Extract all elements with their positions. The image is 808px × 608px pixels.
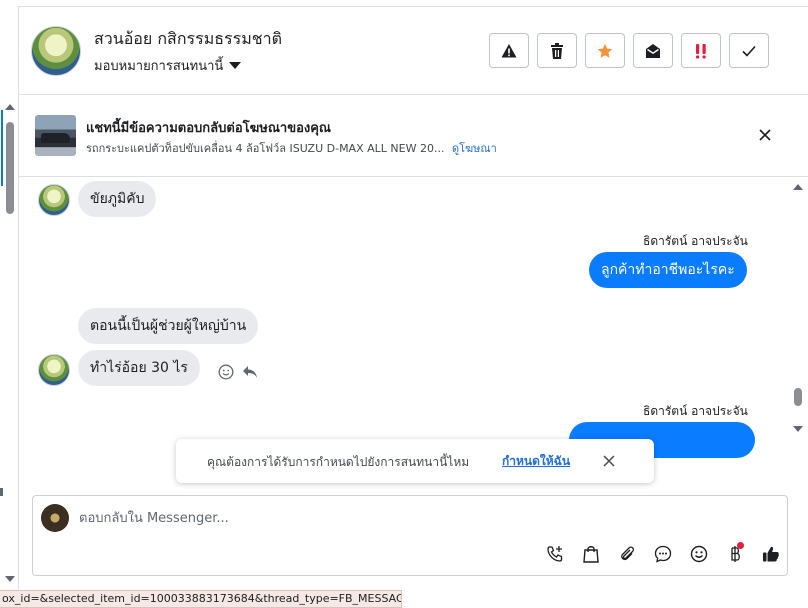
assign-conversation-dropdown[interactable]: มอบหมายการสนทนานี้ (94, 55, 242, 76)
add-call-icon[interactable] (537, 542, 573, 566)
warning-icon (501, 43, 517, 57)
active-indicator (1, 110, 3, 186)
ad-reply-banner: แชทนี้มีข้อความตอบกลับต่อโฆษณาของคุณ รถก… (19, 95, 808, 177)
conversation-panel: สวนอ้อย กสิกรรมธรรมชาติ มอบหมายการสนทนาน… (18, 6, 808, 590)
emoji-icon[interactable] (681, 542, 717, 566)
ad-thumbnail[interactable] (35, 115, 76, 156)
message-bubble-incoming: ขัยภูมิคับ (78, 181, 157, 217)
agent-avatar (41, 504, 69, 532)
delete-button[interactable] (537, 33, 577, 68)
ad-banner-title: แชทนี้มีข้อความตอบกลับต่อโฆษณาของคุณ (86, 121, 331, 136)
react-icon[interactable] (217, 363, 235, 381)
message-bubble-outgoing: ลูกค้าทำอาชีพอะไรคะ (589, 252, 747, 288)
page-avatar[interactable] (31, 26, 81, 76)
reply-icon[interactable] (241, 363, 259, 381)
assign-to-me-link[interactable]: กำหนดให้ฉัน (502, 452, 570, 471)
thread-scrollbar[interactable] (787, 178, 808, 478)
follow-up-button[interactable] (681, 33, 721, 68)
sender-avatar (38, 354, 70, 386)
star-button[interactable] (585, 33, 625, 68)
reply-input[interactable] (79, 506, 679, 530)
baht-payment-icon[interactable] (717, 542, 753, 566)
notification-dot (737, 542, 744, 549)
shopping-bag-icon[interactable] (573, 542, 609, 566)
composer-tools (537, 542, 789, 566)
mark-unread-button[interactable] (633, 33, 673, 68)
assignment-prompt: คุณต้องการได้รับการกำหนดไปยังการสนทนานี้… (176, 439, 654, 483)
report-spam-button[interactable] (489, 33, 529, 68)
view-ad-link[interactable]: ดูโฆษณา (452, 142, 497, 155)
envelope-open-icon (646, 43, 660, 58)
outer-scrollbar[interactable] (0, 0, 18, 590)
scroll-down-arrow[interactable] (793, 426, 803, 432)
conversation-header: สวนอ้อย กสิกรรมธรรมชาติ มอบหมายการสนทนาน… (19, 7, 808, 95)
ad-banner-subtitle: รถกระบะแคปตัวท็อปขับเคลื่อน 4 ล้อโฟว์ล I… (86, 139, 497, 157)
assign-label: มอบหมายการสนทนานี้ (94, 59, 224, 74)
message-composer (32, 495, 788, 576)
caret-down-icon (229, 62, 242, 69)
assignment-prompt-text: คุณต้องการได้รับการกำหนดไปยังการสนทนานี้… (207, 455, 470, 469)
quick-reply-icon[interactable] (645, 542, 681, 566)
ad-description: รถกระบะแคปตัวท็อปขับเคลื่อน 4 ล้อโฟว์ล I… (86, 142, 445, 155)
scrollbar-thumb[interactable] (6, 122, 14, 214)
message-thread: ขัยภูมิคับ ธิดารัตน์ อาจประจัน ลูกค้าทำอ… (19, 178, 789, 478)
message-bubble-incoming: ทำไร่อ้อย 30 ไร (78, 350, 200, 386)
trash-icon (551, 42, 563, 59)
message-bubble-incoming: ตอนนี้เป็นผู้ช่วยผู้ใหญ่บ้าน (78, 308, 259, 344)
page-title[interactable]: สวนอ้อย กสิกรรมธรรมชาติ (94, 27, 282, 52)
scroll-down-arrow[interactable] (5, 576, 15, 582)
edge-marker (0, 488, 3, 496)
scroll-up-arrow[interactable] (793, 184, 803, 190)
double-exclamation-icon (696, 43, 706, 58)
message-sender-name: ธิดารัตน์ อาจประจัน (643, 234, 748, 248)
scrollbar-thumb[interactable] (794, 388, 802, 406)
browser-status-url: ox_id=&selected_item_id=100033883173684&… (0, 590, 402, 608)
attachment-icon[interactable] (609, 542, 645, 566)
mark-done-button[interactable] (729, 33, 769, 68)
sender-avatar (38, 184, 70, 216)
thumbs-up-icon[interactable] (753, 542, 789, 566)
close-icon[interactable] (755, 125, 775, 145)
header-actions (489, 33, 769, 68)
message-sender-name: ธิดารัตน์ อาจประจัน (643, 404, 748, 418)
checkmark-icon (742, 45, 756, 57)
scroll-up-arrow[interactable] (5, 104, 15, 110)
page: สวนอ้อย กสิกรรมธรรมชาติ มอบหมายการสนทนาน… (0, 0, 808, 608)
close-icon[interactable] (601, 453, 617, 469)
star-icon (597, 43, 613, 58)
